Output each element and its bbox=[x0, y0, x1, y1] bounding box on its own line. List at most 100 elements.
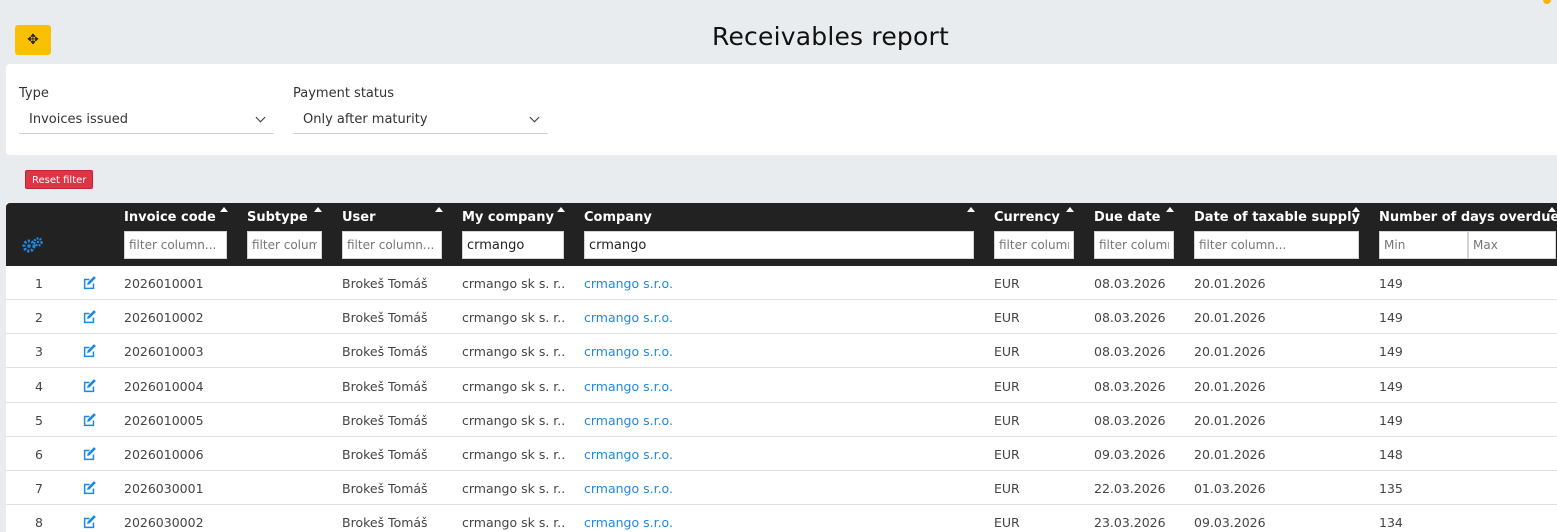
sort-user-icon[interactable] bbox=[435, 207, 443, 212]
row-number: 4 bbox=[35, 378, 43, 394]
cell-my-company: crmango sk s. r... bbox=[462, 515, 564, 531]
cell-my-company: crmango sk s. r... bbox=[462, 344, 564, 360]
cell-my-company: crmango sk s. r... bbox=[462, 412, 564, 428]
cell-due-date: 09.03.2026 bbox=[1094, 447, 1166, 462]
filter-panel: Type Invoices issued Payment status Only… bbox=[6, 64, 1557, 155]
header-due-date: Due date bbox=[1094, 210, 1161, 225]
notification-dot bbox=[1543, 0, 1551, 4]
cell-my-company: crmango sk s. r... bbox=[462, 276, 564, 291]
row-number: 3 bbox=[35, 344, 43, 360]
filter-currency-input[interactable] bbox=[994, 231, 1074, 259]
cell-currency: EUR bbox=[994, 378, 1020, 394]
edit-icon[interactable] bbox=[82, 480, 96, 495]
cell-taxable-supply: 01.03.2026 bbox=[1194, 481, 1266, 497]
payment-status-filter: Payment status Only after maturity bbox=[293, 86, 548, 134]
edit-icon[interactable] bbox=[82, 446, 96, 461]
cell-invoice-code: 2026010006 bbox=[124, 447, 204, 462]
cell-user: Brokeš Tomáš bbox=[342, 276, 428, 291]
cell-company-link[interactable]: crmango s.r.o. bbox=[584, 413, 673, 428]
table-row: 7 2026030001 Brokeš Tomáš crmango sk s. … bbox=[6, 471, 1557, 506]
cell-company-link[interactable]: crmango s.r.o. bbox=[584, 310, 673, 325]
cell-due-date: 08.03.2026 bbox=[1094, 276, 1166, 291]
filter-user-input[interactable] bbox=[342, 231, 442, 259]
header-my-company: My company bbox=[462, 210, 554, 225]
cell-company-link[interactable]: crmango s.r.o. bbox=[584, 447, 673, 462]
cell-company-link[interactable]: crmango s.r.o. bbox=[584, 276, 673, 291]
edit-icon[interactable] bbox=[82, 343, 96, 358]
filter-days-overdue-max-input[interactable] bbox=[1468, 231, 1556, 259]
cell-days-overdue: 149 bbox=[1379, 412, 1403, 428]
cell-currency: EUR bbox=[994, 412, 1020, 428]
cell-taxable-supply: 09.03.2026 bbox=[1194, 515, 1266, 531]
filter-due-date-input[interactable] bbox=[1094, 231, 1174, 259]
header-user: User bbox=[342, 210, 376, 225]
filter-taxable-supply-input[interactable] bbox=[1194, 231, 1359, 259]
cell-due-date: 08.03.2026 bbox=[1094, 310, 1166, 326]
edit-icon[interactable] bbox=[82, 412, 96, 426]
header-days-overdue: Number of days overdue bbox=[1379, 210, 1557, 225]
sort-company-icon[interactable] bbox=[967, 207, 975, 212]
cell-my-company: crmango sk s. r... bbox=[462, 447, 564, 462]
cell-taxable-supply: 20.01.2026 bbox=[1194, 378, 1266, 394]
payment-status-select[interactable]: Only after maturity bbox=[293, 106, 548, 134]
sort-due-date-icon[interactable] bbox=[1166, 207, 1174, 212]
header-taxable-supply: Date of taxable supply bbox=[1194, 210, 1361, 225]
type-select-value: Invoices issued bbox=[29, 112, 129, 127]
cell-taxable-supply: 20.01.2026 bbox=[1194, 412, 1266, 428]
filter-my-company-input[interactable] bbox=[462, 231, 564, 259]
filter-company-input[interactable] bbox=[584, 231, 974, 259]
sort-days-overdue-icon[interactable] bbox=[1548, 207, 1556, 212]
cell-currency: EUR bbox=[994, 515, 1020, 531]
cell-my-company: crmango sk s. r... bbox=[462, 481, 564, 497]
cell-user: Brokeš Tomáš bbox=[342, 481, 428, 497]
reset-filter-button[interactable]: Reset filter bbox=[25, 170, 94, 189]
column-settings-icon[interactable] bbox=[22, 237, 44, 257]
filter-invoice-code-input[interactable] bbox=[124, 231, 227, 259]
cell-due-date: 22.03.2026 bbox=[1094, 481, 1166, 497]
filter-subtype-input[interactable] bbox=[247, 231, 322, 259]
cell-days-overdue: 149 bbox=[1379, 276, 1403, 291]
cell-company-link[interactable]: crmango s.r.o. bbox=[584, 515, 673, 530]
cell-invoice-code: 2026010003 bbox=[124, 344, 204, 360]
cell-currency: EUR bbox=[994, 447, 1020, 462]
table-row: 6 2026010006 Brokeš Tomáš crmango sk s. … bbox=[6, 437, 1557, 471]
cell-currency: EUR bbox=[994, 276, 1020, 291]
table-row: 5 2026010005 Brokeš Tomáš crmango sk s. … bbox=[6, 403, 1557, 437]
edit-icon[interactable] bbox=[82, 378, 96, 392]
sort-currency-icon[interactable] bbox=[1066, 207, 1074, 212]
cell-company-link[interactable]: crmango s.r.o. bbox=[584, 344, 673, 359]
chevron-down-icon bbox=[529, 112, 540, 123]
cell-days-overdue: 149 bbox=[1379, 344, 1403, 360]
table-row: 8 2026030002 Brokeš Tomáš crmango sk s. … bbox=[6, 505, 1557, 532]
type-select[interactable]: Invoices issued bbox=[19, 106, 274, 134]
edit-icon[interactable] bbox=[82, 275, 96, 290]
cell-days-overdue: 135 bbox=[1379, 481, 1403, 497]
row-number: 7 bbox=[35, 481, 43, 497]
cell-company-link[interactable]: crmango s.r.o. bbox=[584, 481, 673, 496]
cell-due-date: 08.03.2026 bbox=[1094, 344, 1166, 360]
cell-due-date: 08.03.2026 bbox=[1094, 378, 1166, 394]
sort-my-company-icon[interactable] bbox=[557, 207, 565, 212]
cell-invoice-code: 2026010001 bbox=[124, 276, 204, 291]
cell-taxable-supply: 20.01.2026 bbox=[1194, 276, 1266, 291]
sort-taxable-supply-icon[interactable] bbox=[1352, 207, 1360, 212]
type-label: Type bbox=[19, 86, 49, 101]
cell-my-company: crmango sk s. r... bbox=[462, 310, 564, 326]
sort-invoice-code-icon[interactable] bbox=[220, 207, 228, 212]
table-row: 4 2026010004 Brokeš Tomáš crmango sk s. … bbox=[6, 369, 1557, 403]
cell-company-link[interactable]: crmango s.r.o. bbox=[584, 379, 673, 394]
cell-user: Brokeš Tomáš bbox=[342, 344, 428, 360]
edit-icon[interactable] bbox=[82, 514, 96, 529]
cell-user: Brokeš Tomáš bbox=[342, 515, 428, 531]
cell-taxable-supply: 20.01.2026 bbox=[1194, 344, 1266, 360]
sort-subtype-icon[interactable] bbox=[314, 207, 322, 212]
cell-invoice-code: 2026010004 bbox=[124, 378, 204, 394]
cell-currency: EUR bbox=[994, 310, 1020, 326]
cell-user: Brokeš Tomáš bbox=[342, 412, 428, 428]
edit-icon[interactable] bbox=[82, 309, 96, 324]
type-filter: Type Invoices issued bbox=[19, 86, 274, 134]
filter-days-overdue-min-input[interactable] bbox=[1379, 231, 1468, 259]
cell-due-date: 23.03.2026 bbox=[1094, 515, 1166, 531]
row-number: 1 bbox=[35, 276, 43, 291]
cell-taxable-supply: 20.01.2026 bbox=[1194, 310, 1266, 326]
